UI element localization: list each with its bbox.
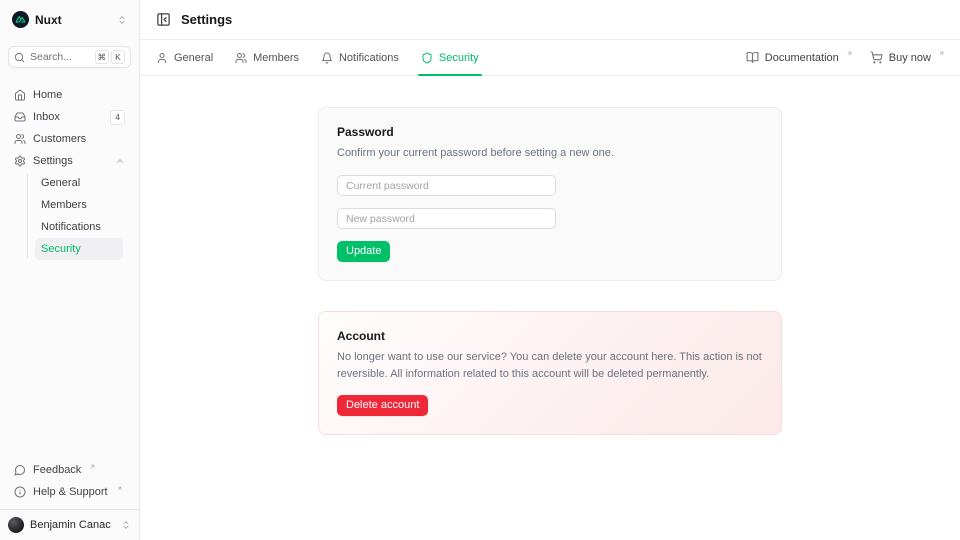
sidebar-footer: Feedback Help & Support Ben [0,455,139,540]
sidebar-item-feedback[interactable]: Feedback [8,459,131,481]
users-icon [235,52,247,64]
sidebar-item-label: Help & Support [33,486,108,498]
page-title: Settings [181,12,232,27]
external-link-icon [846,50,853,57]
sidebar-item-customers[interactable]: Customers [8,128,131,150]
sidebar-item-home[interactable]: Home [8,84,131,106]
workspace-selector[interactable]: Nuxt [0,0,139,32]
tab-security[interactable]: Security [421,40,479,75]
documentation-link[interactable]: Documentation [746,51,852,64]
sidebar-item-label: Security [41,243,81,255]
link-label: Buy now [889,52,931,64]
sidebar-item-help-support[interactable]: Help & Support [8,481,131,503]
tab-general[interactable]: General [156,40,213,75]
account-card: Account No longer want to use our servic… [318,311,782,435]
sidebar-item-label: Notifications [41,221,101,233]
kbd-meta: ⌘ [95,50,110,64]
sidebar-item-label: Home [33,89,62,101]
home-icon [14,89,26,101]
tab-notifications[interactable]: Notifications [321,40,399,75]
book-open-icon [746,51,759,64]
password-card-title: Password [337,125,763,139]
search-icon [14,52,25,63]
current-password-input[interactable] [337,175,556,196]
tab-label: General [174,52,213,64]
external-link-icon [89,463,96,470]
shopping-cart-icon [870,51,883,64]
sidebar-item-label: Members [41,199,87,211]
user-menu[interactable]: Benjamin Canac [0,509,139,540]
password-card-description: Confirm your current password before set… [337,145,763,162]
sidebar-item-label: Feedback [33,464,81,476]
sidebar: Nuxt Search... ⌘ K Home [0,0,140,540]
page-header: Settings [140,0,960,40]
sidebar-item-inbox[interactable]: Inbox 4 [8,106,131,128]
link-label: Documentation [765,52,839,64]
tab-members[interactable]: Members [235,40,299,75]
info-circle-icon [14,486,26,498]
app-window: Nuxt Search... ⌘ K Home [0,0,960,540]
main-area: Settings General Members Notifications [140,0,960,540]
search-shortcut: ⌘ K [95,50,126,64]
new-password-input[interactable] [337,208,556,229]
sidebar-subitem-members[interactable]: Members [35,194,123,216]
tab-label: Notifications [339,52,399,64]
password-card: Password Confirm your current password b… [318,107,782,281]
account-card-title: Account [337,329,763,343]
update-password-button[interactable]: Update [337,241,390,262]
delete-account-button[interactable]: Delete account [337,395,428,416]
message-circle-icon [14,464,26,476]
chevron-up-icon [115,156,125,166]
tab-label: Security [439,52,479,64]
inbox-count-badge: 4 [110,110,125,125]
search-input[interactable]: Search... ⌘ K [8,46,131,68]
settings-security-content: Password Confirm your current password b… [140,76,960,540]
sidebar-item-label: General [41,177,80,189]
settings-subnav: General Members Notifications Security [8,172,131,260]
sidebar-item-label: Inbox [33,111,60,123]
external-link-icon [938,50,945,57]
sidebar-item-label: Customers [33,133,86,145]
header-links: Documentation Buy now [746,51,944,64]
kbd-k: K [111,50,125,64]
buy-now-link[interactable]: Buy now [870,51,944,64]
account-card-description: No longer want to use our service? You c… [337,349,763,383]
users-icon [14,133,26,145]
chevrons-up-down-icon [121,520,131,530]
collapse-sidebar-icon[interactable] [156,12,171,27]
shield-icon [421,52,433,64]
inbox-icon [14,111,26,123]
sidebar-item-settings[interactable]: Settings [8,150,131,172]
avatar [8,517,24,533]
chevrons-up-down-icon [117,15,127,25]
tab-label: Members [253,52,299,64]
sidebar-nav: Home Inbox 4 Customers Settings [0,74,139,260]
user-icon [156,52,168,64]
gear-icon [14,155,26,167]
sidebar-subitem-notifications[interactable]: Notifications [35,216,123,238]
sidebar-subitem-general[interactable]: General [35,172,123,194]
nuxt-logo-icon [12,11,29,28]
external-link-icon [116,485,123,492]
search-placeholder: Search... [30,51,72,63]
workspace-name: Nuxt [35,13,62,27]
settings-tabbar: General Members Notifications Security [140,40,960,76]
sidebar-subitem-security[interactable]: Security [35,238,123,260]
sidebar-item-label: Settings [33,155,73,167]
bell-icon [321,52,333,64]
user-name: Benjamin Canac [30,519,111,531]
